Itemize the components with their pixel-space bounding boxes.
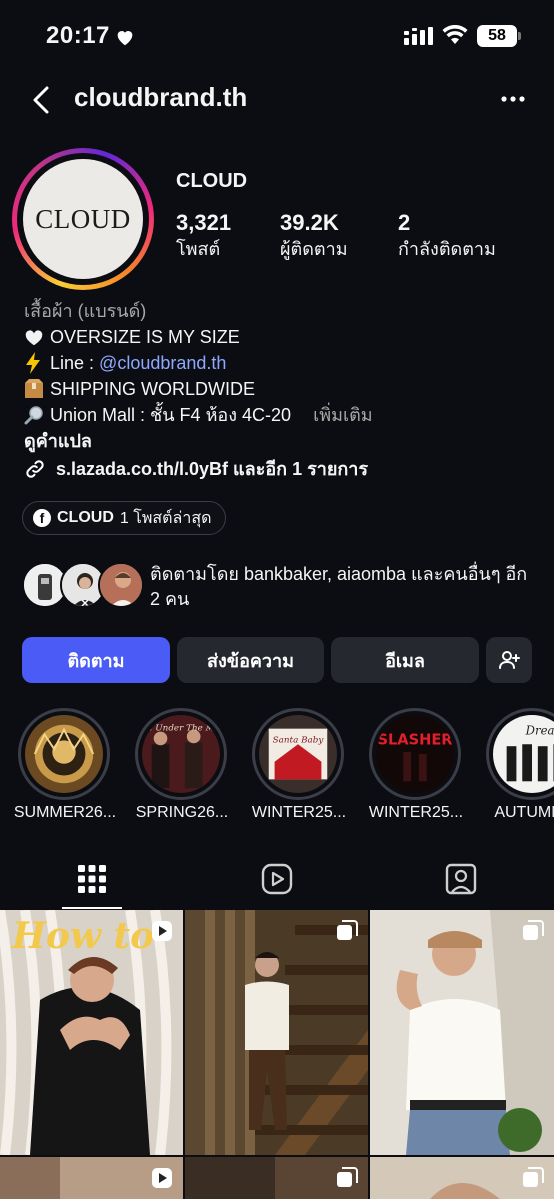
carousel-icon (523, 1167, 544, 1187)
white-heart-icon (24, 328, 50, 346)
post-thumbnail[interactable] (185, 1157, 368, 1199)
profile-bio: เสื้อผ้า (แบรนด์) OVERSIZE IS MY SIZE Li… (24, 298, 544, 482)
reel-icon (152, 921, 172, 941)
suggest-people-button[interactable] (486, 637, 532, 683)
status-bar: 20:17 58 (0, 0, 554, 76)
post-thumbnail[interactable] (0, 1157, 183, 1199)
avatar: CLOUD (23, 159, 143, 279)
more-options-icon[interactable] (498, 84, 528, 114)
highlight-label: WINTER25... (251, 804, 347, 821)
wifi-icon (442, 25, 468, 44)
line-id-link[interactable]: @cloudbrand.th (99, 350, 226, 376)
display-name: CLOUD (176, 170, 248, 192)
highlight-item[interactable]: SUMMER26... (14, 708, 116, 821)
carousel-icon (337, 920, 358, 940)
message-button[interactable]: ส่งข้อความ (177, 637, 324, 683)
stat-following[interactable]: 2 กำลังติดตาม (398, 210, 496, 262)
followed-by-text: ติดตามโดย bankbaker, aiaomba และคนอื่นๆ … (150, 564, 528, 609)
facebook-icon: f (33, 509, 51, 527)
highlight-cover: SLASHER (376, 715, 454, 793)
heart-icon (117, 31, 133, 46)
highlight-cover (25, 715, 103, 793)
see-translation-link[interactable]: ดูคำแปล (24, 428, 544, 454)
stat-value: 39.2K (280, 210, 339, 235)
followed-by[interactable]: ติดตามโดย bankbaker, aiaomba และคนอื่นๆ … (22, 562, 542, 612)
bio-line: SHIPPING WORLDWIDE (24, 376, 544, 402)
carousel-icon (523, 920, 544, 940)
svg-text:Santa Baby: Santa Baby (273, 735, 325, 745)
highlight-label: SUMMER26... (13, 804, 117, 821)
threads-text: 1 โพสต์ล่าสุด (119, 509, 212, 527)
stat-posts[interactable]: 3,321 โพสต์ (176, 210, 231, 262)
battery-indicator: 58 (477, 25, 521, 47)
highlight-item[interactable]: Dream AUTUMN2 (486, 708, 554, 821)
threads-badge[interactable]: f CLOUD 1 โพสต์ล่าสุด (22, 501, 227, 535)
follow-button[interactable]: ติดตาม (22, 637, 170, 683)
magnifier-icon (24, 405, 50, 425)
profile-username: cloudbrand.th (74, 82, 248, 112)
post-thumbnail[interactable]: How to (0, 910, 183, 1155)
svg-text:SLASHER: SLASHER (377, 731, 452, 748)
profile-tabs (0, 852, 554, 910)
post-thumbnail[interactable] (185, 910, 368, 1155)
external-link[interactable]: s.lazada.co.th/l.0yBf และอีก 1 รายการ (24, 456, 544, 482)
profile-category: เสื้อผ้า (แบรนด์) (24, 301, 147, 321)
svg-text:Dream: Dream (525, 724, 554, 738)
post-grid: How to (0, 910, 554, 1199)
active-tab-indicator (62, 907, 122, 909)
status-time: 20:17 (46, 22, 110, 49)
highlight-label: AUTUMN2 (494, 804, 554, 821)
bio-line: Line : @cloudbrand.th (24, 350, 544, 376)
add-person-icon (499, 651, 520, 669)
link-icon (24, 458, 50, 480)
stat-label: กำลังติดตาม (398, 239, 496, 259)
highlight-label: SPRING26... (135, 804, 229, 821)
tagged-tab-icon[interactable] (444, 862, 478, 896)
back-icon[interactable] (22, 80, 62, 120)
reel-icon (152, 1168, 172, 1188)
package-icon (24, 379, 50, 399)
lightning-icon (24, 352, 50, 374)
svg-text:Love Under The Moon: Love Under The Moon (142, 724, 220, 734)
highlight-item[interactable]: Santa Baby WINTER25... (252, 708, 346, 821)
signal-icon (404, 27, 433, 45)
profile-header: cloudbrand.th (0, 78, 554, 122)
bio-line: OVERSIZE IS MY SIZE (24, 324, 544, 350)
bio-more-link[interactable]: เพิ่มเติม (313, 402, 373, 428)
highlight-cover: Love Under The Moon (142, 715, 220, 793)
avatar (98, 562, 144, 608)
post-thumbnail[interactable] (370, 1157, 554, 1199)
highlight-item[interactable]: Love Under The Moon SPRING26... (135, 708, 229, 821)
svg-text:How to: How to (11, 915, 154, 957)
highlight-cover: Santa Baby (259, 715, 337, 793)
stat-label: โพสต์ (176, 239, 221, 259)
stat-label: ผู้ติดตาม (280, 239, 348, 259)
highlight-item[interactable]: SLASHER WINTER25... (369, 708, 463, 821)
story-ring[interactable]: CLOUD (12, 148, 154, 290)
carousel-icon (337, 1167, 358, 1187)
threads-name: CLOUD (57, 509, 114, 526)
highlight-label: WINTER25... (368, 804, 464, 821)
bio-line: Union Mall : ชั้น F4 ห้อง 4C-20 เพิ่มเติ… (24, 402, 544, 428)
stat-value: 2 (398, 210, 411, 235)
post-thumbnail[interactable] (370, 910, 554, 1155)
highlight-cover: Dream (493, 715, 554, 793)
email-button[interactable]: อีเมล (331, 637, 479, 683)
stat-followers[interactable]: 39.2K ผู้ติดตาม (280, 210, 348, 262)
grid-tab-icon[interactable] (75, 862, 109, 896)
reels-tab-icon[interactable] (260, 862, 294, 896)
stat-value: 3,321 (176, 210, 232, 235)
